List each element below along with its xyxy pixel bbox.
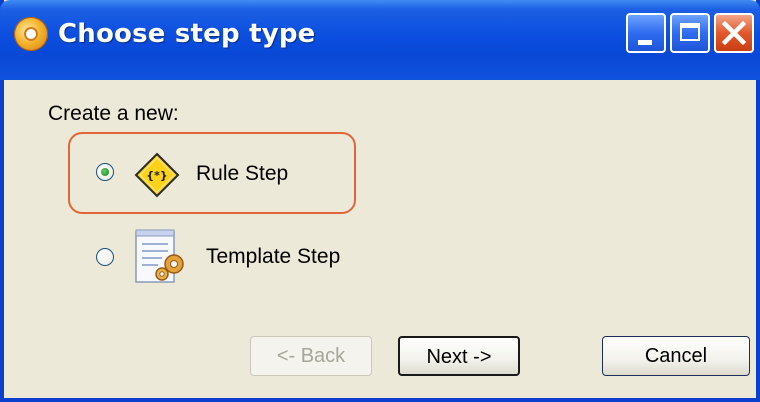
- title-bar[interactable]: Choose step type: [0, 0, 760, 80]
- maximize-icon: [680, 23, 700, 41]
- create-new-label: Create a new:: [48, 102, 179, 125]
- window-title: Choose step type: [58, 19, 316, 49]
- template-step-radio[interactable]: [96, 248, 114, 266]
- template-step-label[interactable]: Template Step: [206, 245, 340, 269]
- dialog-window: Choose step type Create a new: {*} Rule …: [0, 0, 760, 402]
- template-step-icon: [135, 229, 184, 283]
- maximize-button[interactable]: [670, 13, 710, 53]
- radio-selected-dot: [101, 168, 109, 176]
- dialog-body: Create a new: {*} Rule Step Template Ste…: [4, 80, 756, 398]
- minimize-icon: [638, 40, 652, 45]
- close-icon: [721, 20, 747, 46]
- rule-step-icon: {*}: [134, 152, 180, 198]
- close-button[interactable]: [714, 13, 754, 53]
- rule-icon-text: {*}: [146, 169, 167, 182]
- minimize-button[interactable]: [626, 13, 666, 53]
- rule-step-radio[interactable]: [96, 163, 114, 181]
- next-button[interactable]: Next ->: [398, 336, 520, 376]
- rule-step-label[interactable]: Rule Step: [196, 162, 288, 186]
- app-icon[interactable]: [14, 17, 48, 51]
- cancel-button[interactable]: Cancel: [602, 336, 750, 376]
- back-button[interactable]: <- Back: [250, 336, 372, 376]
